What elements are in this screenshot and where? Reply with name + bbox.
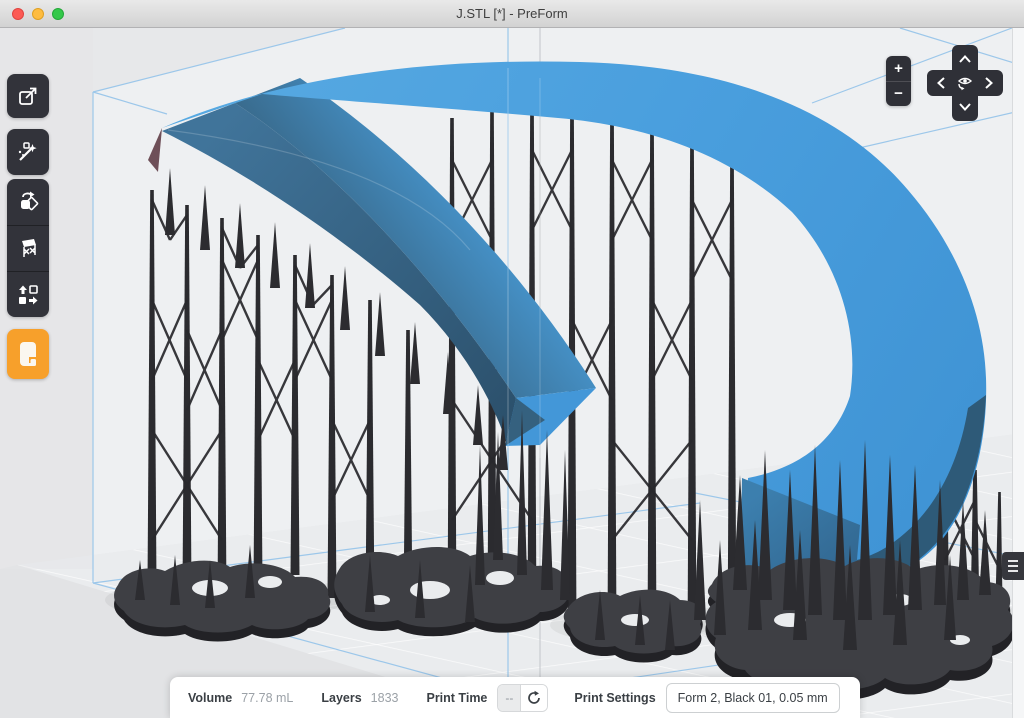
close-button[interactable]	[12, 8, 24, 20]
orbit-view-icon	[955, 73, 975, 93]
status-bar: Volume 77.78 mL Layers 1833 Print Time -…	[170, 677, 860, 718]
scene-canvas	[0, 28, 1024, 718]
layers-label: Layers	[321, 691, 361, 705]
print-time-label: Print Time	[426, 691, 487, 705]
refresh-icon	[526, 690, 542, 706]
layout-icon	[16, 283, 40, 307]
pan-down-button[interactable]	[953, 95, 977, 119]
layers-value: 1833	[371, 691, 399, 705]
minimize-button[interactable]	[32, 8, 44, 20]
orientation-button[interactable]	[7, 179, 49, 225]
size-button[interactable]	[7, 74, 49, 118]
chevron-up-icon	[959, 55, 971, 63]
rotate-icon	[16, 190, 40, 214]
volume-label: Volume	[188, 691, 232, 705]
print-time-widget: --	[497, 684, 548, 712]
pan-left-button[interactable]	[929, 71, 953, 95]
orbit-view-button[interactable]	[953, 71, 977, 95]
print-settings-button[interactable]: Form 2, Black 01, 0.05 mm	[666, 683, 840, 713]
zoom-control: + −	[886, 56, 911, 106]
hamburger-icon	[1008, 560, 1018, 562]
chevron-left-icon	[937, 77, 945, 89]
print-button[interactable]	[7, 329, 49, 379]
volume-value: 77.78 mL	[241, 691, 293, 705]
preform-window: J.STL [*] - PreForm	[0, 0, 1024, 718]
chevron-right-icon	[985, 77, 993, 89]
refresh-print-time-button[interactable]	[520, 685, 547, 711]
right-panel-collapsed	[1012, 28, 1024, 718]
magic-wand-icon	[16, 140, 40, 164]
viewport-3d[interactable]	[0, 28, 1024, 718]
zoom-out-button[interactable]: −	[886, 82, 911, 107]
cartridge-icon	[16, 340, 40, 368]
zoom-in-button[interactable]: +	[886, 56, 911, 82]
supports-icon	[16, 237, 40, 261]
window-title: J.STL [*] - PreForm	[456, 6, 567, 21]
resize-icon	[17, 85, 39, 107]
pan-right-button[interactable]	[977, 71, 1001, 95]
layout-button[interactable]	[7, 271, 49, 317]
view-dpad	[927, 45, 1003, 121]
window-controls	[12, 8, 64, 20]
print-settings-label: Print Settings	[574, 691, 655, 705]
zoom-button[interactable]	[52, 8, 64, 20]
titlebar[interactable]: J.STL [*] - PreForm	[0, 0, 1024, 28]
print-time-value: --	[498, 685, 520, 711]
pan-up-button[interactable]	[953, 47, 977, 71]
toolbar-group	[7, 179, 49, 317]
right-panel-toggle[interactable]	[1002, 552, 1024, 580]
chevron-down-icon	[959, 103, 971, 111]
supports-button[interactable]	[7, 225, 49, 271]
one-click-print-button[interactable]	[7, 129, 49, 175]
